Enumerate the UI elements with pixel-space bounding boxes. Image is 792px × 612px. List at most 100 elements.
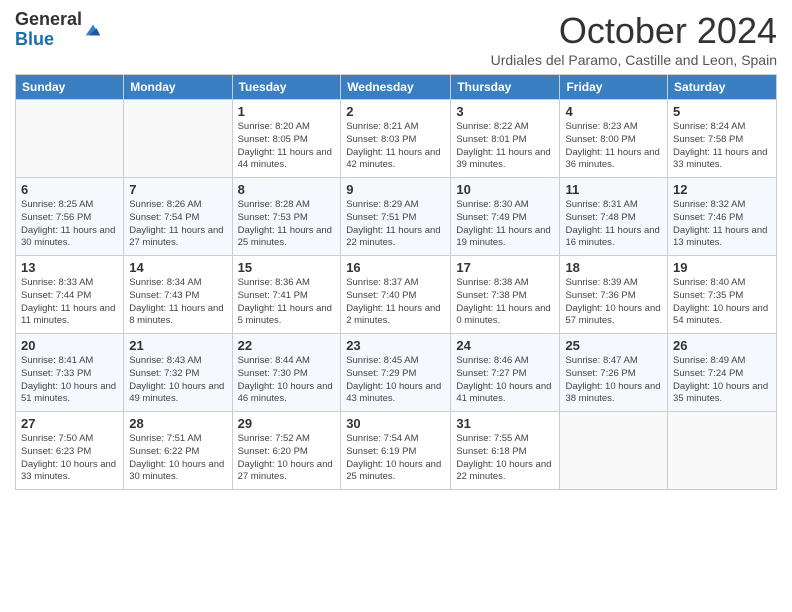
day-number: 1 [238,104,336,119]
calendar-cell: 23 Sunrise: 8:45 AM Sunset: 7:29 PM Dayli… [341,334,451,412]
day-info: Sunrise: 8:45 AM Sunset: 7:29 PM Dayligh… [346,355,445,406]
day-number: 10 [456,182,554,197]
calendar-cell: 8 Sunrise: 8:28 AM Sunset: 7:53 PM Daylig… [232,178,341,256]
calendar-cell: 13 Sunrise: 8:33 AM Sunset: 7:44 PM Dayli… [16,256,124,334]
day-info: Sunrise: 8:39 AM Sunset: 7:36 PM Dayligh… [565,277,662,328]
calendar-cell: 7Sunrise: 8:26 AM Sunset: 7:54 PM Daylig… [124,178,232,256]
day-info: Sunrise: 8:44 AM Sunset: 7:30 PM Dayligh… [238,355,336,406]
day-number: 19 [673,260,771,275]
calendar-cell: 27 Sunrise: 7:50 AM Sunset: 6:23 PM Dayli… [16,412,124,490]
logo-text: General Blue [15,10,82,50]
day-info: Sunrise: 8:46 AM Sunset: 7:27 PM Dayligh… [456,355,554,406]
logo-general: General [15,9,82,29]
day-info: Sunrise: 8:43 AM Sunset: 7:32 PM Dayligh… [129,355,226,406]
day-info: Sunrise: 8:38 AM Sunset: 7:38 PM Dayligh… [456,277,554,328]
calendar-cell: 21 Sunrise: 8:43 AM Sunset: 7:32 PM Dayli… [124,334,232,412]
logo-blue: Blue [15,29,54,49]
day-number: 15 [238,260,336,275]
calendar-cell: 4 Sunrise: 8:23 AM Sunset: 8:00 PM Daylig… [560,100,668,178]
calendar-cell: 14Sunrise: 8:34 AM Sunset: 7:43 PM Dayli… [124,256,232,334]
day-info: Sunrise: 8:29 AM Sunset: 7:51 PM Dayligh… [346,199,445,250]
day-number: 2 [346,104,445,119]
day-number: 24 [456,338,554,353]
calendar-cell: 29 Sunrise: 7:52 AM Sunset: 6:20 PM Dayli… [232,412,341,490]
day-info: Sunrise: 8:23 AM Sunset: 8:00 PM Dayligh… [565,121,662,172]
calendar-cell: 30 Sunrise: 7:54 AM Sunset: 6:19 PM Dayli… [341,412,451,490]
calendar-cell: 19 Sunrise: 8:40 AM Sunset: 7:35 PM Dayli… [668,256,777,334]
col-tuesday: Tuesday [232,75,341,100]
calendar-header-row: Sunday Monday Tuesday Wednesday Thursday… [16,75,777,100]
calendar-cell: 24 Sunrise: 8:46 AM Sunset: 7:27 PM Dayli… [451,334,560,412]
day-info: Sunrise: 8:28 AM Sunset: 7:53 PM Dayligh… [238,199,336,250]
calendar-week-3: 13 Sunrise: 8:33 AM Sunset: 7:44 PM Dayli… [16,256,777,334]
calendar-cell [16,100,124,178]
day-info: Sunrise: 8:30 AM Sunset: 7:49 PM Dayligh… [456,199,554,250]
calendar-week-1: 1 Sunrise: 8:20 AM Sunset: 8:05 PM Daylig… [16,100,777,178]
calendar-week-4: 20Sunrise: 8:41 AM Sunset: 7:33 PM Dayli… [16,334,777,412]
day-number: 12 [673,182,771,197]
day-number: 18 [565,260,662,275]
calendar-cell: 5 Sunrise: 8:24 AM Sunset: 7:58 PM Daylig… [668,100,777,178]
calendar-cell: 3Sunrise: 8:22 AM Sunset: 8:01 PM Daylig… [451,100,560,178]
day-info: Sunrise: 8:32 AM Sunset: 7:46 PM Dayligh… [673,199,771,250]
calendar-cell: 10 Sunrise: 8:30 AM Sunset: 7:49 PM Dayli… [451,178,560,256]
day-number: 9 [346,182,445,197]
day-number: 30 [346,416,445,431]
col-wednesday: Wednesday [341,75,451,100]
col-saturday: Saturday [668,75,777,100]
day-number: 7 [129,182,226,197]
calendar-cell [124,100,232,178]
calendar-cell: 25Sunrise: 8:47 AM Sunset: 7:26 PM Dayli… [560,334,668,412]
location: Urdiales del Paramo, Castille and Leon, … [491,52,777,68]
logo: General Blue [15,10,102,50]
calendar-cell: 15Sunrise: 8:36 AM Sunset: 7:41 PM Dayli… [232,256,341,334]
day-number: 29 [238,416,336,431]
calendar-cell: 28 Sunrise: 7:51 AM Sunset: 6:22 PM Dayli… [124,412,232,490]
day-number: 28 [129,416,226,431]
day-info: Sunrise: 8:37 AM Sunset: 7:40 PM Dayligh… [346,277,445,328]
day-number: 4 [565,104,662,119]
day-info: Sunrise: 8:31 AM Sunset: 7:48 PM Dayligh… [565,199,662,250]
day-number: 6 [21,182,118,197]
calendar-cell: 20Sunrise: 8:41 AM Sunset: 7:33 PM Dayli… [16,334,124,412]
col-thursday: Thursday [451,75,560,100]
title-block: October 2024 Urdiales del Paramo, Castil… [491,10,777,68]
calendar-cell: 11Sunrise: 8:31 AM Sunset: 7:48 PM Dayli… [560,178,668,256]
calendar-week-2: 6 Sunrise: 8:25 AM Sunset: 7:56 PM Daylig… [16,178,777,256]
day-info: Sunrise: 8:33 AM Sunset: 7:44 PM Dayligh… [21,277,118,328]
day-number: 13 [21,260,118,275]
calendar-cell [668,412,777,490]
day-info: Sunrise: 8:22 AM Sunset: 8:01 PM Dayligh… [456,121,554,172]
day-number: 5 [673,104,771,119]
day-number: 23 [346,338,445,353]
page: General Blue October 2024 Urdiales del P… [0,0,792,612]
day-info: Sunrise: 8:34 AM Sunset: 7:43 PM Dayligh… [129,277,226,328]
calendar-cell: 22 Sunrise: 8:44 AM Sunset: 7:30 PM Dayli… [232,334,341,412]
day-info: Sunrise: 8:21 AM Sunset: 8:03 PM Dayligh… [346,121,445,172]
day-info: Sunrise: 8:40 AM Sunset: 7:35 PM Dayligh… [673,277,771,328]
day-number: 26 [673,338,771,353]
calendar-cell: 12 Sunrise: 8:32 AM Sunset: 7:46 PM Dayli… [668,178,777,256]
calendar-cell: 31Sunrise: 7:55 AM Sunset: 6:18 PM Dayli… [451,412,560,490]
day-number: 8 [238,182,336,197]
day-info: Sunrise: 7:52 AM Sunset: 6:20 PM Dayligh… [238,433,336,484]
calendar-cell: 17 Sunrise: 8:38 AM Sunset: 7:38 PM Dayli… [451,256,560,334]
day-info: Sunrise: 8:25 AM Sunset: 7:56 PM Dayligh… [21,199,118,250]
col-monday: Monday [124,75,232,100]
day-number: 22 [238,338,336,353]
day-number: 27 [21,416,118,431]
day-info: Sunrise: 8:49 AM Sunset: 7:24 PM Dayligh… [673,355,771,406]
col-sunday: Sunday [16,75,124,100]
day-number: 25 [565,338,662,353]
day-number: 21 [129,338,226,353]
calendar-cell: 18 Sunrise: 8:39 AM Sunset: 7:36 PM Dayli… [560,256,668,334]
day-info: Sunrise: 7:50 AM Sunset: 6:23 PM Dayligh… [21,433,118,484]
day-info: Sunrise: 8:24 AM Sunset: 7:58 PM Dayligh… [673,121,771,172]
calendar-cell: 9 Sunrise: 8:29 AM Sunset: 7:51 PM Daylig… [341,178,451,256]
day-number: 17 [456,260,554,275]
day-info: Sunrise: 7:51 AM Sunset: 6:22 PM Dayligh… [129,433,226,484]
day-info: Sunrise: 8:20 AM Sunset: 8:05 PM Dayligh… [238,121,336,172]
day-info: Sunrise: 7:54 AM Sunset: 6:19 PM Dayligh… [346,433,445,484]
day-number: 20 [21,338,118,353]
logo-icon [84,21,102,39]
